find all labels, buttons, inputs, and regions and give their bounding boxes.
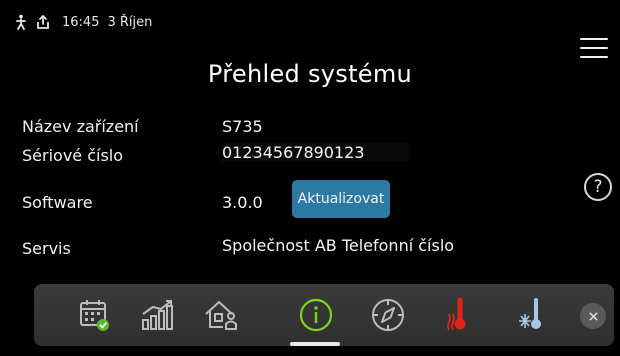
person-icon: [14, 14, 28, 30]
house-person-icon[interactable]: [200, 294, 244, 336]
software-label: Software: [22, 193, 93, 212]
active-page-indicator: [290, 342, 340, 346]
close-icon[interactable]: [580, 303, 606, 329]
hamburger-menu-icon[interactable]: [580, 36, 610, 60]
device-name-value: S735: [222, 117, 263, 136]
page-title: Přehled systému: [207, 60, 413, 88]
service-value: Společnost AB Telefonní číslo: [222, 236, 455, 255]
help-icon[interactable]: ?: [584, 173, 612, 201]
heating-thermometer-icon[interactable]: [438, 294, 482, 336]
serial-number-label: Sériové číslo: [22, 146, 124, 165]
bar-chart-icon[interactable]: [136, 294, 180, 336]
cooling-thermometer-icon[interactable]: [512, 294, 556, 336]
status-bar: 16:45 3 Říjen: [14, 10, 152, 34]
calendar-check-icon[interactable]: [72, 294, 116, 336]
share-icon: [36, 14, 50, 30]
device-name-label: Název zařízení: [22, 117, 139, 136]
update-button[interactable]: Aktualizovat: [292, 180, 390, 218]
serial-number-value: 01234567890123: [222, 143, 409, 162]
status-date: 3 Říjen: [107, 14, 153, 30]
info-icon[interactable]: [294, 294, 338, 336]
status-time: 16:45: [62, 14, 100, 30]
service-label: Servis: [22, 239, 71, 258]
software-version: 3.0.0: [222, 193, 263, 212]
bottom-navigation-dock: [34, 284, 614, 346]
compass-icon[interactable]: [366, 294, 410, 336]
